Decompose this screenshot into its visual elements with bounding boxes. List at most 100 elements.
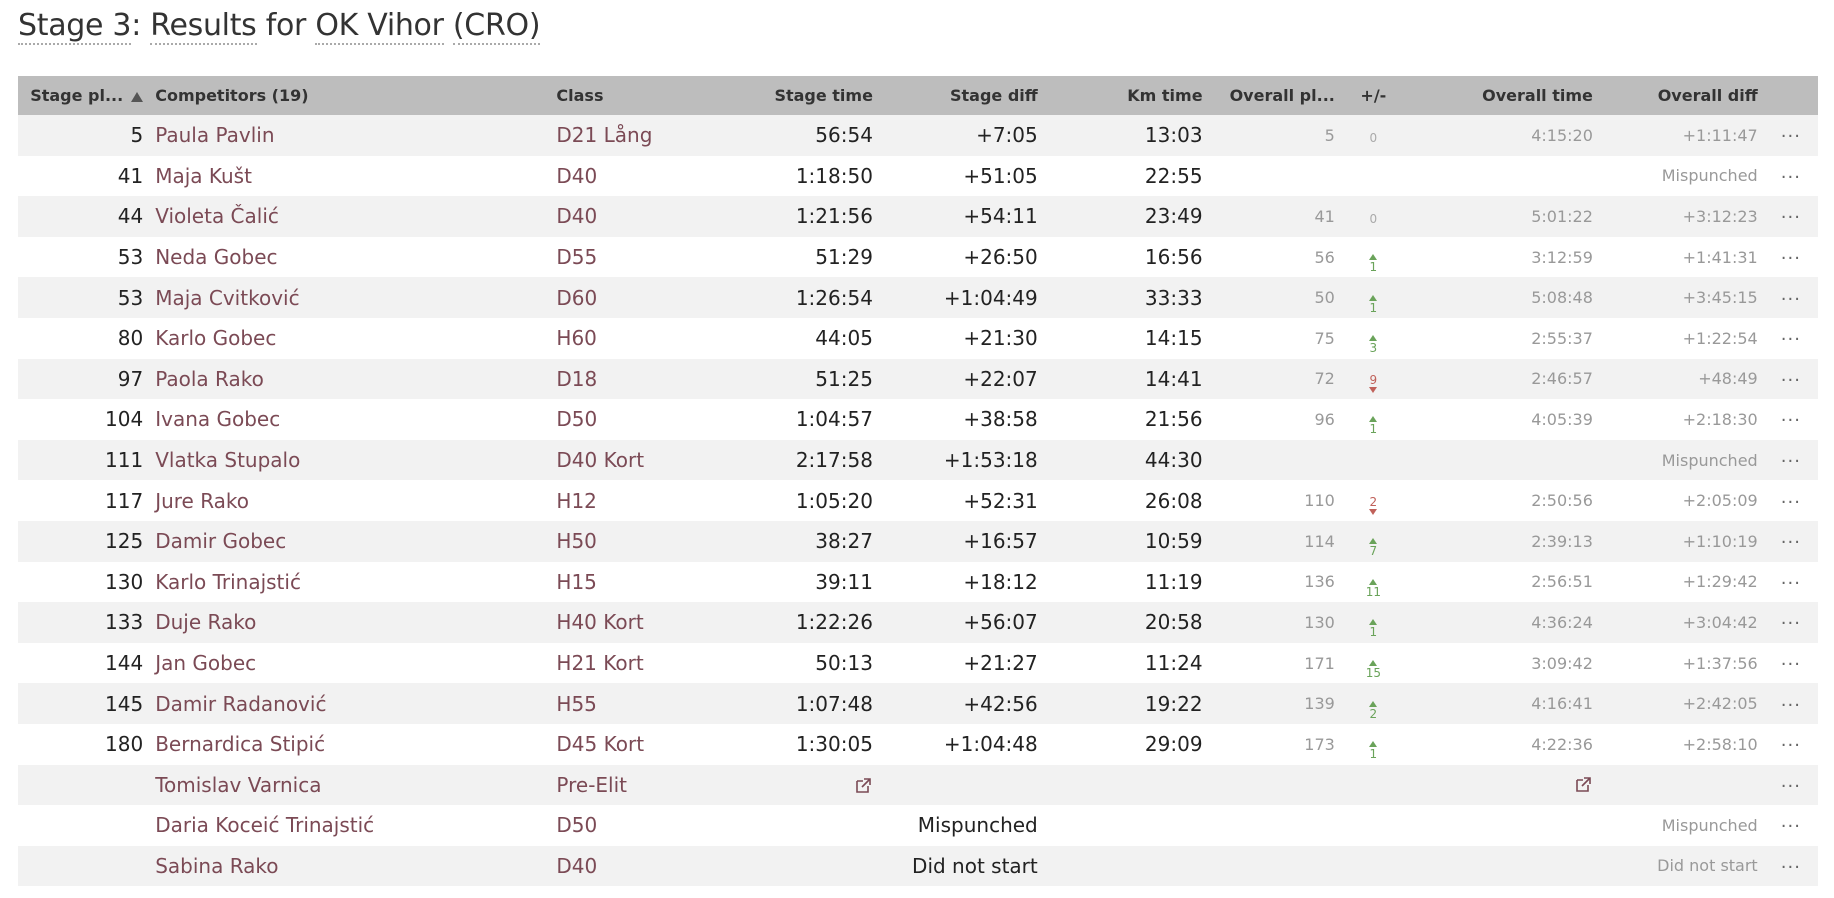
header-stage-diff[interactable]: Stage diff [879,76,1044,115]
header-overall-time[interactable]: Overall time [1406,76,1599,115]
class-link[interactable]: H40 Kort [550,602,745,643]
table-row[interactable]: Tomislav Varnica Pre-Elit ··· [18,764,1818,806]
header-overall-diff[interactable]: Overall diff [1599,76,1764,115]
table-row[interactable]: Sabina Rako D40 Did not start Did not start… [18,845,1818,887]
more-options-icon[interactable]: ··· [1781,654,1801,675]
table-row[interactable]: 144 Jan Gobec H21 Kort 50:13 +21:27 11:24 171 1… [18,642,1818,684]
rank-change [1341,805,1406,846]
more-options-icon[interactable]: ··· [1781,207,1801,228]
more-options-icon[interactable]: ··· [1781,410,1801,431]
more-options-icon[interactable]: ··· [1781,492,1801,513]
table-row[interactable]: 130 Karlo Trinajstić H15 39:11 +18:12 11:19 13… [18,561,1818,603]
class-link[interactable]: D40 [550,196,745,237]
table-row[interactable]: 80 Karlo Gobec H60 44:05 +21:30 14:15 75 3 2:55:… [18,317,1818,359]
club-link[interactable]: OK Vihor [315,8,444,45]
results-link[interactable]: Results [150,8,257,45]
more-options-icon[interactable]: ··· [1781,126,1801,147]
more-options-icon[interactable]: ··· [1781,735,1801,756]
competitor-name-link[interactable]: Daria Koceić Trinajstić [149,805,550,846]
stage-diff: +38:58 [963,407,1038,432]
class-link[interactable]: D50 [550,805,745,846]
table-row[interactable]: 117 Jure Rako H12 1:05:20 +52:31 26:08 110 2 2:5… [18,480,1818,521]
more-options-icon[interactable]: ··· [1781,573,1801,594]
class-link[interactable]: H12 [550,480,745,521]
table-row[interactable]: 145 Damir Radanović H55 1:07:48 +42:56 19:22 1… [18,683,1818,724]
header-stage-time[interactable]: Stage time [746,76,879,115]
table-row[interactable]: 5 Paula Pavlin D21 Lång 56:54 +7:05 13:03 5 0 4:… [18,115,1818,156]
table-row[interactable]: 180 Bernardica Stipić D45 Kort 1:30:05 +1:04… [18,723,1818,765]
class-link[interactable]: H15 [550,562,745,603]
country-link[interactable]: (CRO) [452,8,541,45]
more-options-icon[interactable]: ··· [1781,329,1801,350]
header-competitors[interactable]: Competitors (19) [149,76,550,115]
class-link[interactable]: D40 Kort [550,440,745,481]
competitor-name-link[interactable]: Jan Gobec [149,643,550,684]
more-options-icon[interactable]: ··· [1781,613,1801,634]
table-row[interactable]: 104 Ivana Gobec D50 1:04:57 +38:58 21:56 96 1 4:… [18,399,1818,440]
external-link-icon[interactable] [853,776,873,796]
class-link[interactable]: D40 [550,846,745,887]
class-link[interactable]: Pre-Elit [550,765,745,806]
more-options-icon[interactable]: ··· [1781,776,1801,797]
competitor-name-link[interactable]: Damir Radanović [149,683,550,724]
table-row[interactable]: 41 Maja Kušt D40 1:18:50 +51:05 22:55 Mispunch… [18,155,1818,197]
competitor-name-link[interactable]: Ivana Gobec [149,399,550,440]
table-row[interactable]: 53 Neda Gobec D55 51:29 +26:50 16:56 56 1 3:12:5… [18,236,1818,278]
competitor-name-link[interactable]: Vlatka Stupalo [149,440,550,481]
class-link[interactable]: D21 Lång [550,115,745,156]
more-options-icon[interactable]: ··· [1781,370,1801,391]
table-row[interactable]: 133 Duje Rako H40 Kort 1:22:26 +56:07 20:58 13… [18,602,1818,643]
class-link[interactable]: D40 [550,156,745,197]
table-row[interactable]: 111 Vlatka Stupalo D40 Kort 2:17:58 +1:53:18… [18,439,1818,481]
competitor-name-link[interactable]: Bernardica Stipić [149,724,550,765]
rank-change: 11 [1341,562,1406,603]
competitor-name-link[interactable]: Karlo Gobec [149,318,550,359]
competitor-name-link[interactable]: Tomislav Varnica [149,765,550,806]
table-row[interactable]: Daria Koceić Trinajstić D50 Mispunched Misp… [18,805,1818,846]
more-options-icon[interactable]: ··· [1781,451,1801,472]
competitor-name-link[interactable]: Jure Rako [149,480,550,521]
overall-place: 96 [1314,409,1335,429]
class-link[interactable]: H21 Kort [550,643,745,684]
more-options-icon[interactable]: ··· [1781,695,1801,716]
class-link[interactable]: D18 [550,359,745,400]
table-row[interactable]: 97 Paola Rako D18 51:25 +22:07 14:41 72 9 2:46:5… [18,358,1818,400]
more-options-icon[interactable]: ··· [1781,167,1801,188]
competitor-name-link[interactable]: Sabina Rako [149,846,550,887]
overall-diff: +2:18:30 [1682,409,1758,429]
class-link[interactable]: H50 [550,521,745,562]
overall-time [1406,156,1599,197]
more-options-icon[interactable]: ··· [1781,532,1801,553]
competitor-name-link[interactable]: Neda Gobec [149,237,550,278]
class-link[interactable]: D45 Kort [550,724,745,765]
header-stage-place[interactable]: Stage pl... [18,76,149,115]
header-plus-minus[interactable]: +/- [1341,76,1406,115]
header-class[interactable]: Class [550,76,745,115]
class-link[interactable]: H55 [550,683,745,724]
table-row[interactable]: 125 Damir Gobec H50 38:27 +16:57 10:59 114 7 2:3… [18,520,1818,562]
more-options-icon[interactable]: ··· [1781,857,1801,878]
header-overall-place[interactable]: Overall pl... [1209,76,1341,115]
external-link-icon[interactable] [1573,775,1593,795]
stage-link[interactable]: Stage 3 [18,8,132,45]
competitor-name-link[interactable]: Duje Rako [149,602,550,643]
class-link[interactable]: D55 [550,237,745,278]
competitor-name-link[interactable]: Paula Pavlin [149,115,550,156]
class-link[interactable]: H60 [550,318,745,359]
stage-place: 144 [105,651,144,676]
competitor-name-link[interactable]: Paola Rako [149,359,550,400]
competitor-name-link[interactable]: Maja Kušt [149,156,550,197]
more-options-icon[interactable]: ··· [1781,816,1801,837]
competitor-name-link[interactable]: Violeta Čalić [149,196,550,237]
table-row[interactable]: 53 Maja Cvitković D60 1:26:54 +1:04:49 33:33 5… [18,277,1818,318]
table-row[interactable]: 44 Violeta Čalić D40 1:21:56 +54:11 23:49 41 0 5… [18,196,1818,237]
competitor-name-link[interactable]: Damir Gobec [149,521,550,562]
competitor-name-link[interactable]: Maja Cvitković [149,277,550,318]
header-km-time[interactable]: Km time [1044,76,1209,115]
class-link[interactable]: D60 [550,277,745,318]
more-options-icon[interactable]: ··· [1781,289,1801,310]
overall-time: 5:01:22 [1531,206,1593,226]
more-options-icon[interactable]: ··· [1781,248,1801,269]
class-link[interactable]: D50 [550,399,745,440]
competitor-name-link[interactable]: Karlo Trinajstić [149,562,550,603]
